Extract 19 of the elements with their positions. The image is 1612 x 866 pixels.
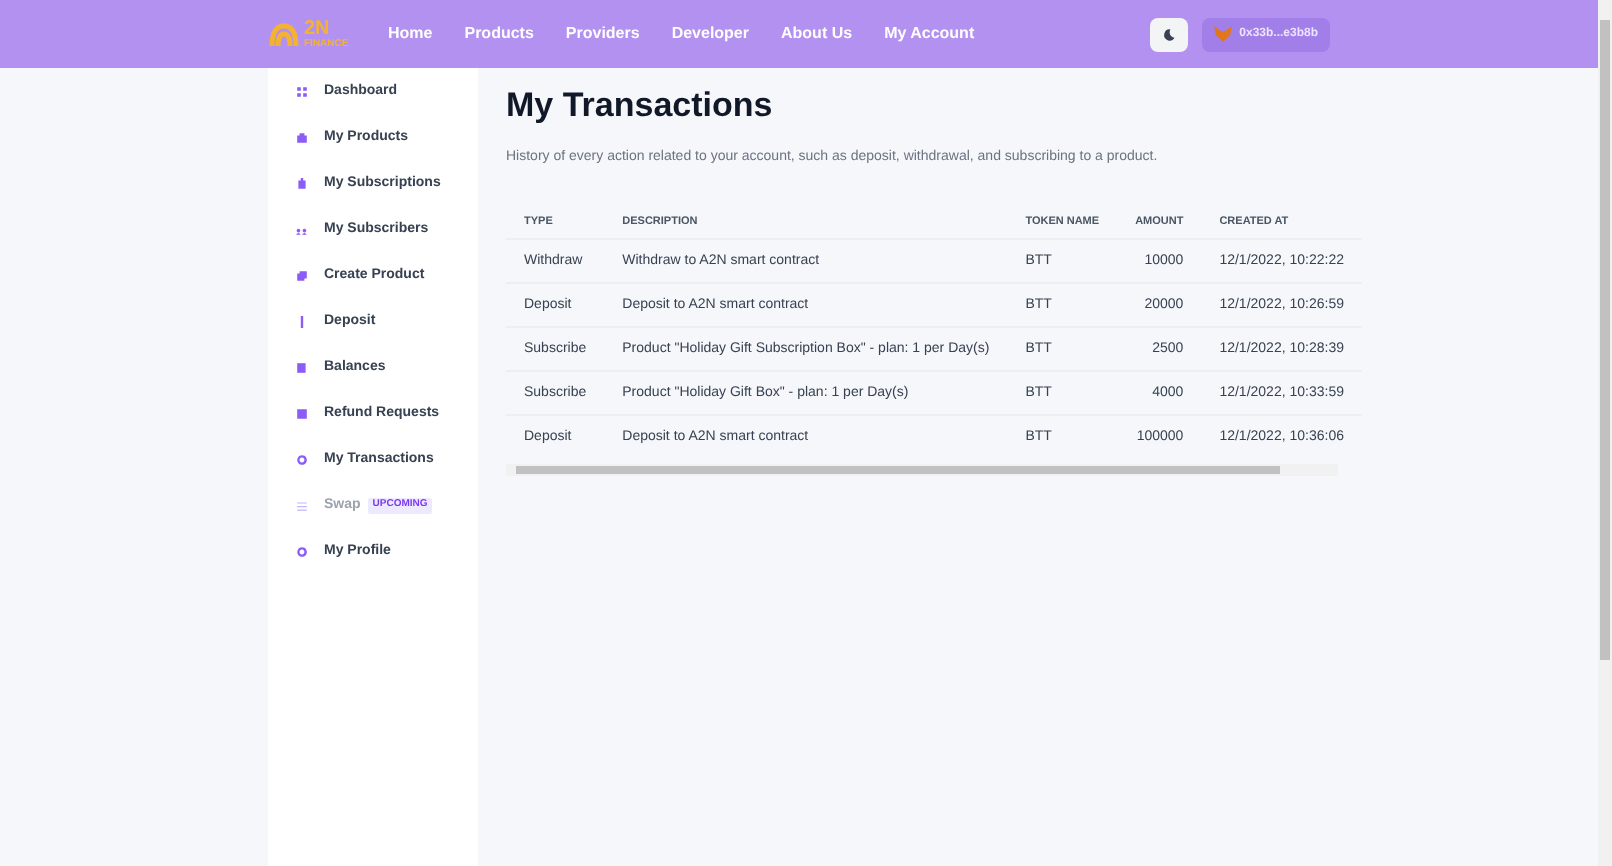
menu-icon <box>296 408 308 420</box>
moon-icon <box>1161 27 1176 41</box>
menu-icon <box>296 270 308 282</box>
menu-icon <box>296 178 308 190</box>
menu-icon <box>296 132 308 144</box>
menu-icon <box>296 500 308 512</box>
menu-icon <box>296 86 308 98</box>
menu-icon <box>296 546 308 558</box>
fox-icon <box>1213 26 1232 42</box>
page-title: My Transactions <box>506 84 775 128</box>
theme-toggle-button[interactable] <box>1149 17 1188 51</box>
logo-text: 2N <box>304 19 332 39</box>
menu-icon <box>296 362 308 374</box>
horizontal-scrollbar[interactable] <box>506 463 1338 476</box>
menu-icon <box>296 316 308 328</box>
menu-icon <box>296 224 308 236</box>
logo-icon <box>268 21 300 47</box>
vertical-scrollbar[interactable] <box>1598 0 1612 866</box>
menu-icon <box>296 454 308 466</box>
